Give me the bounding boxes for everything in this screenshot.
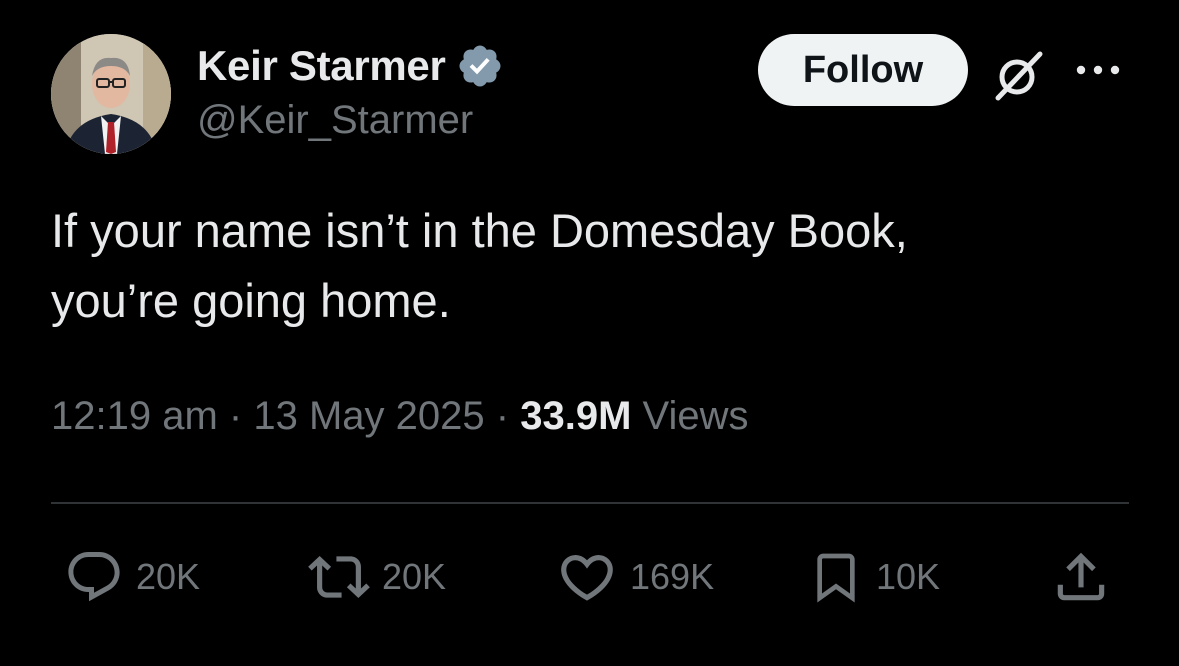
avatar[interactable] [51,34,171,154]
tweet-time[interactable]: 12:19 am [51,394,218,438]
share-icon [1057,552,1105,601]
grok-icon[interactable] [990,46,1048,104]
follow-button[interactable]: Follow [758,34,968,106]
tweet-meta: 12:19 am · 13 May 2025 · 33.9M Views [51,394,749,439]
like-button[interactable]: 169K [556,545,714,609]
reply-button[interactable]: 20K [64,545,200,609]
like-count: 169K [630,556,715,597]
reply-icon [68,552,120,602]
more-options-icon[interactable] [1072,56,1124,84]
bookmark-icon [817,553,855,603]
verified-badge-icon[interactable] [456,42,504,90]
meta-separator: · [228,394,243,438]
share-button[interactable] [1050,545,1112,609]
avatar-image [51,34,171,154]
tweet-text: If your name isn’t in the Domesday Book,… [51,204,908,327]
tweet-date[interactable]: 13 May 2025 [253,394,484,438]
author-display-name[interactable]: Keir Starmer [197,42,446,90]
reply-count: 20K [136,556,201,597]
repost-icon [308,556,370,598]
bookmark-count: 10K [876,556,941,597]
views-label: Views [642,394,749,438]
divider [51,502,1129,504]
repost-count: 20K [382,556,447,597]
bookmark-button[interactable]: 10K [808,545,940,609]
repost-button[interactable]: 20K [308,545,446,609]
author-name-row: Keir Starmer [197,38,504,94]
tweet-card: Keir Starmer @Keir_Starmer Follow If you… [0,0,1179,666]
meta-separator: · [495,394,510,438]
author-handle[interactable]: @Keir_Starmer [197,98,473,143]
views-count: 33.9M [520,394,632,438]
heart-icon [561,555,613,601]
